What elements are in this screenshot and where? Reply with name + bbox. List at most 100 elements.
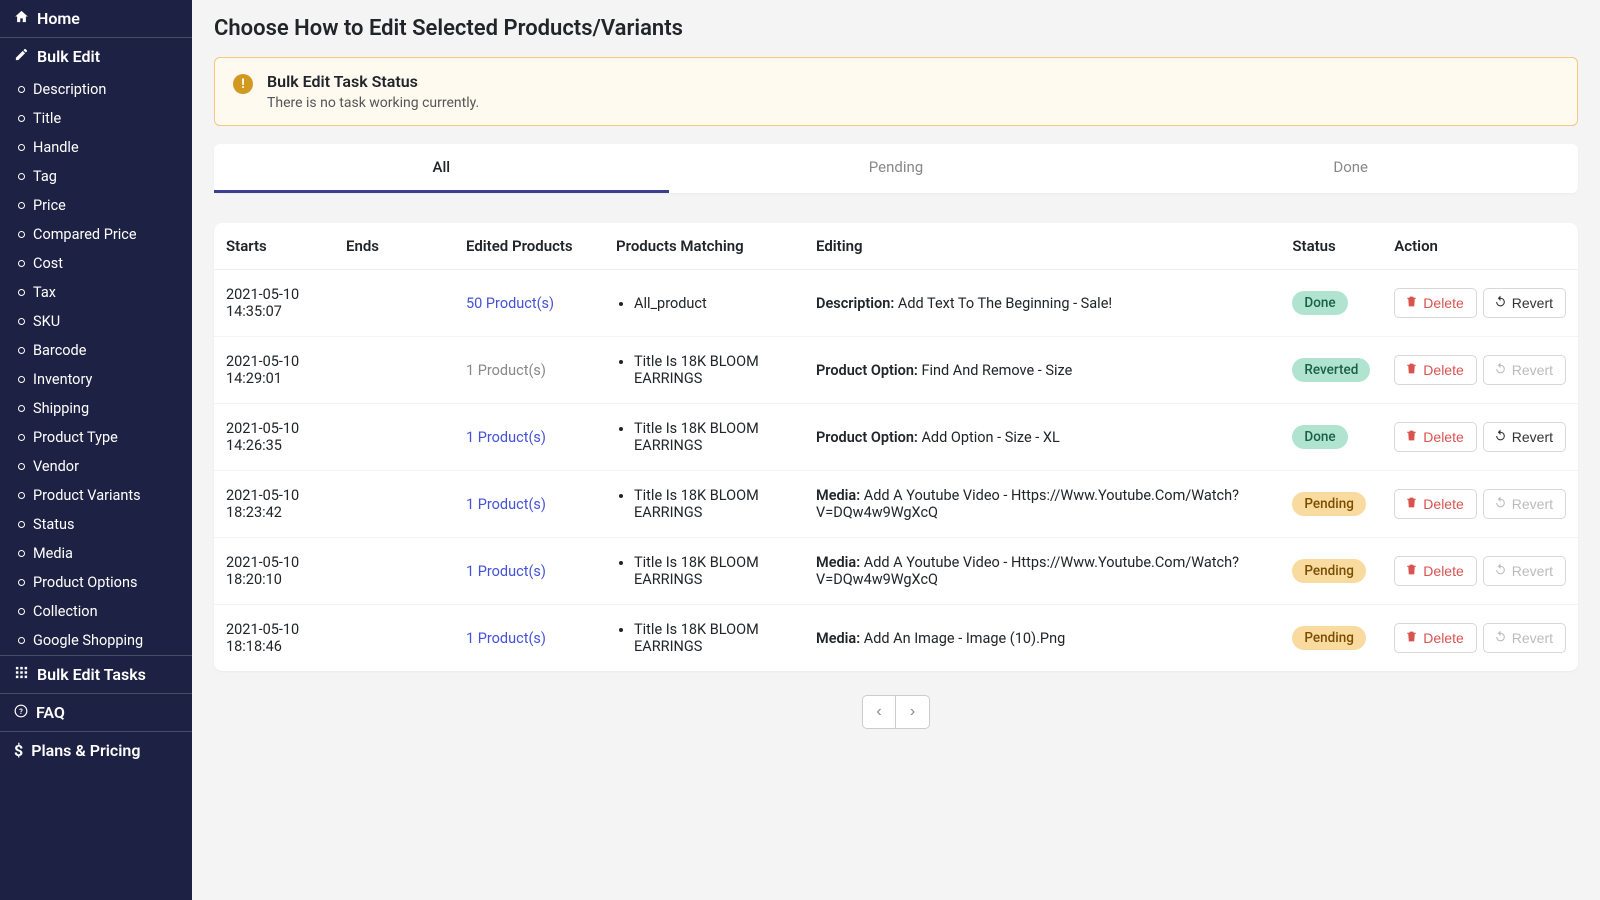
bullet-icon [18,173,25,180]
cell-status: Reverted [1280,337,1382,404]
sidebar-item-label: Status [33,516,74,533]
sidebar-item-compared-price[interactable]: Compared Price [0,220,192,249]
sidebar-bulk-edit[interactable]: Bulk Edit [0,38,192,75]
bullet-icon [18,405,25,412]
task-status-alert: ! Bulk Edit Task Status There is no task… [214,57,1578,126]
sidebar-item-barcode[interactable]: Barcode [0,336,192,365]
pager: ‹ › [214,695,1578,729]
bullet-icon [18,492,25,499]
tab-done[interactable]: Done [1123,144,1578,193]
sidebar-item-status[interactable]: Status [0,510,192,539]
cell-edited[interactable]: 1 Product(s) [454,538,604,605]
sidebar-item-collection[interactable]: Collection [0,597,192,626]
sidebar-item-cost[interactable]: Cost [0,249,192,278]
cell-matching: All_product [604,270,804,337]
sidebar-item-label: Inventory [33,371,92,388]
col-ends: Ends [334,223,454,270]
table-row: 2021-05-1018:18:461 Product(s)Title Is 1… [214,605,1578,672]
bullet-icon [18,115,25,122]
cell-status: Pending [1280,605,1382,672]
sidebar-item-product-variants[interactable]: Product Variants [0,481,192,510]
cell-action: Delete Revert [1382,404,1578,471]
cell-editing: Description: Add Text To The Beginning -… [804,270,1280,337]
revert-label: Revert [1512,429,1553,445]
delete-label: Delete [1423,295,1463,311]
revert-button[interactable]: Revert [1483,288,1566,318]
bullet-icon [18,463,25,470]
cell-action: DeleteRevert [1382,337,1578,404]
delete-label: Delete [1423,563,1463,579]
cell-status: Done [1280,270,1382,337]
cell-editing: Media: Add A Youtube Video - Https://Www… [804,538,1280,605]
sidebar-item-price[interactable]: Price [0,191,192,220]
cell-action: Delete Revert [1382,270,1578,337]
tab-pending[interactable]: Pending [669,144,1124,193]
trash-icon [1405,429,1418,445]
cell-starts: 2021-05-1014:29:01 [214,337,334,404]
tab-all[interactable]: All [214,144,669,193]
sidebar-item-title[interactable]: Title [0,104,192,133]
sidebar-item-vendor[interactable]: Vendor [0,452,192,481]
delete-button[interactable]: Delete [1394,422,1476,452]
page-title: Choose How to Edit Selected Products/Var… [214,16,1578,41]
delete-label: Delete [1423,630,1463,646]
cell-starts: 2021-05-1014:26:35 [214,404,334,471]
cell-edited[interactable]: 50 Product(s) [454,270,604,337]
cell-matching: Title Is 18K BLOOM EARRINGS [604,538,804,605]
cell-ends [334,471,454,538]
cell-matching: Title Is 18K BLOOM EARRINGS [604,471,804,538]
cell-edited[interactable]: 1 Product(s) [454,471,604,538]
revert-label: Revert [1512,496,1553,512]
delete-button[interactable]: Delete [1394,556,1476,586]
delete-label: Delete [1423,496,1463,512]
cell-edited[interactable]: 1 Product(s) [454,404,604,471]
cell-editing: Media: Add A Youtube Video - Https://Www… [804,471,1280,538]
sidebar-item-tax[interactable]: Tax [0,278,192,307]
sidebar-item-label: Collection [33,603,98,620]
sidebar-item-tag[interactable]: Tag [0,162,192,191]
undo-icon [1494,563,1507,579]
status-badge: Pending [1292,492,1366,516]
sidebar-item-sku[interactable]: SKU [0,307,192,336]
sidebar-item-label: Shipping [33,400,89,417]
sidebar-item-inventory[interactable]: Inventory [0,365,192,394]
home-icon [14,9,29,28]
bullet-icon [18,318,25,325]
undo-icon [1494,362,1507,378]
tasks-table: Starts Ends Edited Products Products Mat… [214,223,1578,671]
sidebar-item-google-shopping[interactable]: Google Shopping [0,626,192,655]
pager-next[interactable]: › [896,695,930,729]
delete-button[interactable]: Delete [1394,288,1476,318]
col-matching: Products Matching [604,223,804,270]
sidebar-faq[interactable]: ? FAQ [0,694,192,731]
sidebar-item-label: Tag [33,168,57,185]
sidebar-item-label: Tax [33,284,56,301]
sidebar-item-product-type[interactable]: Product Type [0,423,192,452]
sidebar-item-product-options[interactable]: Product Options [0,568,192,597]
undo-icon [1494,630,1507,646]
delete-button[interactable]: Delete [1394,355,1476,385]
sidebar-plans-pricing[interactable]: $ Plans & Pricing [0,732,192,769]
sidebar-home[interactable]: Home [0,0,192,37]
sidebar-item-media[interactable]: Media [0,539,192,568]
cell-ends [334,337,454,404]
pager-prev[interactable]: ‹ [862,695,896,729]
cell-edited: 1 Product(s) [454,337,604,404]
bullet-icon [18,579,25,586]
table-row: 2021-05-1014:26:351 Product(s)Title Is 1… [214,404,1578,471]
col-action: Action [1382,223,1578,270]
alert-title: Bulk Edit Task Status [267,72,479,91]
sidebar-item-shipping[interactable]: Shipping [0,394,192,423]
sidebar-bulk-edit-label: Bulk Edit [37,47,100,66]
delete-button[interactable]: Delete [1394,489,1476,519]
trash-icon [1405,496,1418,512]
delete-button[interactable]: Delete [1394,623,1476,653]
cell-edited[interactable]: 1 Product(s) [454,605,604,672]
revert-button[interactable]: Revert [1483,422,1566,452]
sidebar-item-handle[interactable]: Handle [0,133,192,162]
sidebar-item-description[interactable]: Description [0,75,192,104]
bullet-icon [18,260,25,267]
warning-icon: ! [233,74,253,94]
sidebar-bulk-edit-tasks[interactable]: Bulk Edit Tasks [0,656,192,693]
sidebar-home-label: Home [37,9,80,28]
